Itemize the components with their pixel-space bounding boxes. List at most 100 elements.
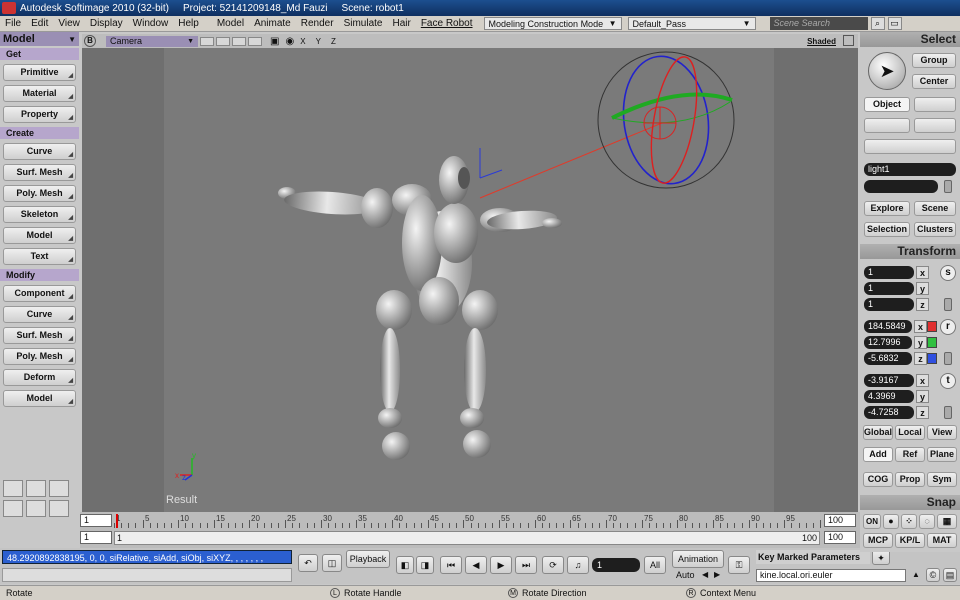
snap-on-button[interactable]: ON — [863, 514, 881, 529]
viewport-option-box[interactable] — [232, 36, 246, 46]
prev-arrow-icon[interactable]: ◀ — [702, 570, 708, 579]
camera-select[interactable]: Camera ▼ — [106, 35, 198, 47]
rotate-tool-button[interactable]: r — [940, 319, 956, 335]
layout-quad-icon[interactable] — [49, 500, 69, 517]
first-frame-icon[interactable]: ⏮ — [440, 556, 462, 574]
command-line-input[interactable]: 48.2920892838195, 0, 0, siRelative, siAd… — [2, 550, 292, 564]
snap-center-icon[interactable]: ◌ — [919, 514, 935, 529]
menu-view[interactable]: View — [53, 18, 85, 29]
layout-grid-icon[interactable] — [49, 480, 69, 497]
eye-icon[interactable]: ◉ — [285, 36, 294, 47]
all-button[interactable]: All — [644, 556, 666, 574]
last-frame-icon[interactable]: ⏭ — [515, 556, 537, 574]
camera-icon[interactable]: ▣ — [270, 36, 279, 47]
translation-scroll[interactable] — [944, 406, 952, 419]
mcp-button[interactable]: MCP — [863, 533, 893, 548]
menu-display[interactable]: Display — [85, 18, 128, 29]
timeline-playhead[interactable] — [116, 514, 118, 528]
snap-edge-icon[interactable]: ⁘ — [901, 514, 917, 529]
prop-button[interactable]: Prop — [895, 472, 925, 487]
modify-component-button[interactable]: Component — [3, 285, 76, 302]
translation-z-field[interactable]: -4.7258 — [864, 406, 914, 419]
display-mode-select[interactable]: Shaded — [807, 37, 836, 46]
scale-x-axis[interactable]: x — [916, 266, 929, 279]
get-material-button[interactable]: Material — [3, 85, 76, 102]
explore-button[interactable]: Explore — [864, 201, 910, 216]
menu-edit[interactable]: Edit — [26, 18, 53, 29]
module-hair[interactable]: Hair — [387, 18, 415, 29]
module-simulate[interactable]: Simulate — [339, 18, 388, 29]
audio-icon[interactable]: ♫ — [567, 556, 589, 574]
create-curve-button[interactable]: Curve — [3, 143, 76, 160]
layout-panel-icon[interactable] — [26, 500, 46, 517]
timeline-global-start[interactable]: 1 — [80, 531, 112, 544]
timeline-ruler[interactable]: 1 5 10 15 20 25 30 35 40 45 50 55 60 65 70 75 80 85 90 95 — [114, 514, 821, 528]
select-arrow-icon[interactable]: ➤ — [868, 52, 906, 90]
rotation-scroll[interactable] — [944, 352, 952, 365]
prev-key-icon[interactable]: ◧ — [396, 556, 414, 574]
cog-button[interactable]: COG — [863, 472, 893, 487]
rotate-gizmo[interactable] — [597, 51, 735, 189]
modify-deform-button[interactable]: Deform — [3, 369, 76, 386]
module-render[interactable]: Render — [296, 18, 339, 29]
scale-z-field[interactable]: 1 — [864, 298, 914, 311]
scene-search-input[interactable]: Scene Search — [769, 17, 868, 30]
viewport-letter-badge[interactable]: B — [84, 35, 96, 47]
filter-slot-button[interactable] — [864, 118, 910, 133]
create-surf-mesh-button[interactable]: Surf. Mesh — [3, 164, 76, 181]
maximize-viewport-icon[interactable] — [843, 35, 854, 46]
modify-poly-mesh-button[interactable]: Poly. Mesh — [3, 348, 76, 365]
global-button[interactable]: Global — [863, 425, 893, 440]
translation-z-axis[interactable]: z — [916, 406, 929, 419]
layout-split-icon[interactable] — [26, 480, 46, 497]
selection-scroll[interactable] — [944, 180, 952, 193]
viewport-option-box[interactable] — [248, 36, 262, 46]
toolbar-selector[interactable]: Model ▼ — [0, 32, 79, 46]
rotation-z-field[interactable]: -5.6832 — [864, 352, 912, 365]
pass-select[interactable]: Default_Pass ▼ — [627, 17, 756, 30]
options-icon[interactable]: ▤ — [943, 568, 957, 582]
get-property-button[interactable]: Property — [3, 106, 76, 123]
key-icon[interactable]: ⚿ — [728, 556, 750, 574]
construction-mode-select[interactable]: Modeling Construction Mode ▼ — [483, 17, 622, 30]
undo-icon[interactable]: ↶ — [298, 554, 318, 572]
current-frame-field[interactable]: 1 — [592, 558, 640, 572]
prev-frame-icon[interactable]: ◀ — [465, 556, 487, 574]
rotation-y-field[interactable]: 12.7996 — [864, 336, 912, 349]
modify-curve-button[interactable]: Curve — [3, 306, 76, 323]
get-primitive-button[interactable]: Primitive — [3, 64, 76, 81]
script-input[interactable] — [2, 568, 292, 582]
local-button[interactable]: Local — [895, 425, 925, 440]
translation-x-field[interactable]: -3.9167 — [864, 374, 914, 387]
filter-slot-button[interactable] — [914, 118, 956, 133]
viewport-axes[interactable]: X Y Z — [300, 37, 340, 46]
scale-tool-button[interactable]: s — [940, 265, 956, 281]
section-get[interactable]: Get — [0, 48, 79, 60]
module-face-robot[interactable]: Face Robot — [416, 18, 478, 29]
clusters-button[interactable]: Clusters — [914, 222, 956, 237]
layout-dots-icon[interactable] — [3, 500, 23, 517]
menu-help[interactable]: Help — [173, 18, 204, 29]
translation-y-axis[interactable]: y — [916, 390, 929, 403]
scale-y-field[interactable]: 1 — [864, 282, 914, 295]
loop-icon[interactable]: ⟳ — [542, 556, 564, 574]
selection-field[interactable] — [864, 180, 938, 193]
module-animate[interactable]: Animate — [249, 18, 296, 29]
rotation-y-axis[interactable]: y — [914, 336, 927, 349]
rotation-z-axis[interactable]: z — [914, 352, 927, 365]
translate-tool-button[interactable]: t — [940, 373, 956, 389]
center-button[interactable]: Center — [912, 74, 956, 89]
group-button[interactable]: Group — [912, 53, 956, 68]
add-button[interactable]: Add — [863, 447, 893, 462]
mat-button[interactable]: MAT — [927, 533, 957, 548]
scale-y-axis[interactable]: y — [916, 282, 929, 295]
timeline-end-frame[interactable]: 100 — [824, 514, 856, 527]
animation-menu-button[interactable]: Animation — [672, 550, 724, 568]
plane-button[interactable]: Plane — [927, 447, 957, 462]
module-model[interactable]: Model — [212, 18, 249, 29]
selected-object-name[interactable]: light1 — [864, 163, 956, 176]
search-icon[interactable]: ⌕ — [870, 17, 885, 30]
keyframe-icon[interactable]: ◫ — [322, 554, 342, 572]
lock-icon[interactable]: © — [926, 568, 940, 582]
viewport-option-box[interactable] — [200, 36, 214, 46]
